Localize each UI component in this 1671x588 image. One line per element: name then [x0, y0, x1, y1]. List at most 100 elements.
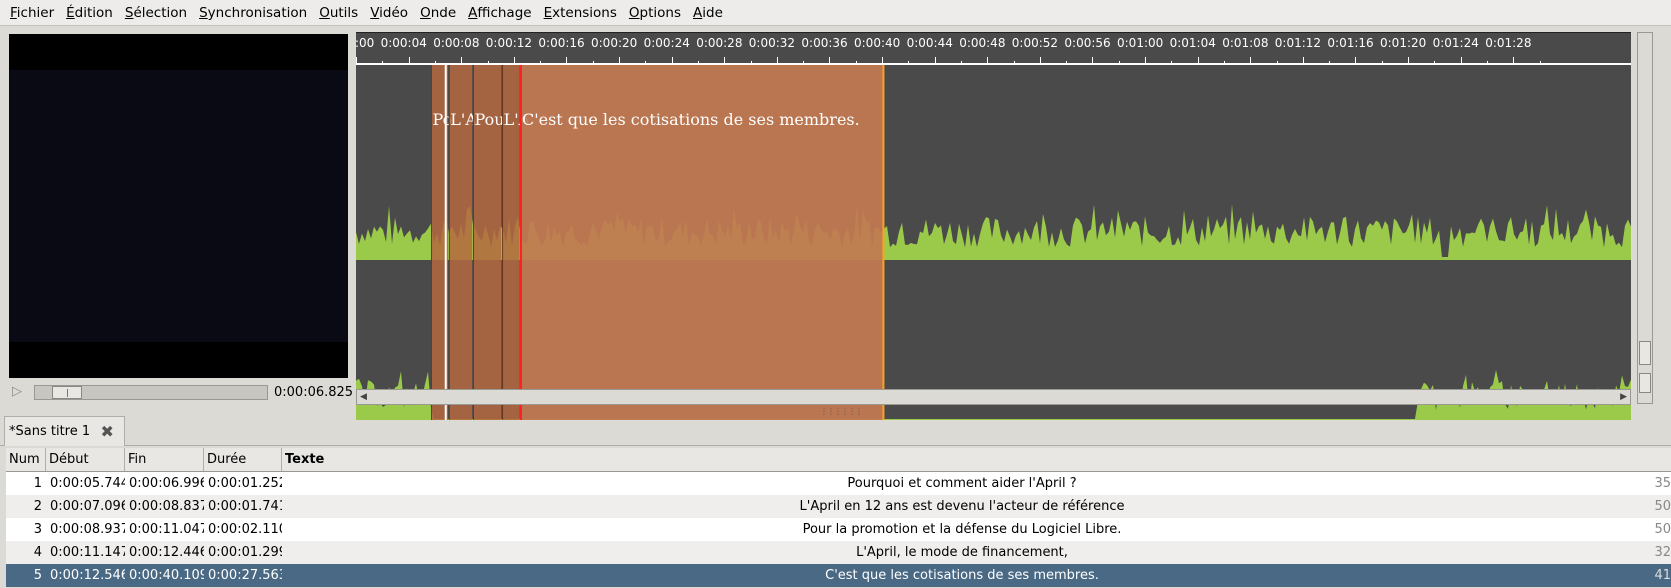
ruler-label: 0:01:08	[1222, 36, 1269, 50]
cell-end: 0:00:11.047	[129, 522, 204, 537]
cell-text: L'April, le mode de financement,	[856, 545, 1068, 560]
tab-title: *Sans titre 1	[9, 424, 91, 439]
ruler-label: 0:00:56	[1064, 36, 1111, 50]
table-row[interactable]: 5 0:00:12.546 0:00:40.109 0:00:27.563 C'est …	[6, 564, 1671, 587]
menu-item-3[interactable]: Synchronisation	[193, 0, 313, 26]
cell-start: 0:00:05.744	[50, 476, 125, 491]
col-text[interactable]: Texte	[282, 448, 1671, 471]
seek-thumb[interactable]	[52, 386, 83, 399]
cell-num: 5	[33, 568, 42, 583]
cell-text: Pour la promotion et la défense du Logic…	[802, 522, 1122, 537]
cell-duration: 0:00:27.563	[208, 568, 282, 583]
cell-duration: 0:00:02.110	[208, 522, 282, 537]
ruler-label: 0:00:04	[380, 36, 427, 50]
player-timecode: 0:00:06.825	[274, 385, 354, 400]
menu-item-4[interactable]: Outils	[313, 0, 364, 26]
cell-end: 0:00:12.446	[129, 545, 204, 560]
menu-item-8[interactable]: Extensions	[538, 0, 623, 26]
ruler-label: 0:00:08	[433, 36, 480, 50]
cell-duration: 0:00:01.741	[208, 499, 282, 514]
subtitle-region-label: Pou	[475, 110, 505, 129]
time-ruler[interactable]: 0:00:00 0:00:04 0:00:08 0:00:12 0:00:16 0:00:…	[356, 32, 1631, 64]
cell-count: 32	[1654, 545, 1671, 560]
waveform-canvas[interactable]: PoL'APouL'AC'est que les cotisations de …	[356, 65, 1631, 420]
menu-bar: Fichier Édition Sélection Synchronisation Ou…	[0, 0, 1671, 26]
menu-item-7[interactable]: Affichage	[462, 0, 537, 26]
ruler-label: 0:00:40	[854, 36, 901, 50]
cell-num: 4	[33, 545, 42, 560]
cell-text: Pourquoi et comment aider l'April ?	[847, 476, 1077, 491]
scroll-right-icon[interactable]: ▶	[1620, 392, 1627, 402]
table-header: Num Début Fin Durée Texte	[6, 448, 1671, 472]
cell-num: 2	[33, 499, 42, 514]
menu-item-9[interactable]: Options	[623, 0, 687, 26]
menu-item-0[interactable]: Fichier	[4, 0, 60, 26]
subtitle-region-label: C'est que les cotisations de ses membres…	[522, 110, 860, 129]
ruler-label: 0:01:04	[1169, 36, 1216, 50]
cell-num: 1	[33, 476, 42, 491]
horizontal-scrollbar[interactable]: ◀ ▶	[356, 389, 1631, 405]
ruler-label: 0:00:24	[643, 36, 690, 50]
ruler-label: 0:00:12	[485, 36, 533, 50]
video-preview	[9, 34, 348, 378]
ruler-label: 0:01:24	[1432, 36, 1479, 50]
col-num[interactable]: Num	[6, 448, 46, 471]
col-end[interactable]: Fin	[125, 448, 204, 471]
cell-duration: 0:00:01.252	[208, 476, 282, 491]
ruler-label: 0:01:16	[1327, 36, 1374, 50]
table-row[interactable]: 2 0:00:07.096 0:00:08.837 0:00:01.741 L'Apri…	[6, 495, 1671, 518]
cell-start: 0:00:11.147	[50, 545, 125, 560]
scroll-left-icon[interactable]: ◀	[360, 392, 367, 402]
zoom-knob[interactable]	[1639, 341, 1651, 365]
document-tabbar: *Sans titre 1 ✖	[0, 414, 1671, 446]
cell-end: 0:00:08.837	[129, 499, 204, 514]
cell-text: C'est que les cotisations de ses membres…	[825, 568, 1099, 583]
vertical-zoom-scrollbar[interactable]	[1637, 32, 1653, 404]
cell-start: 0:00:07.096	[50, 499, 125, 514]
ruler-label: 0:00:36	[801, 36, 848, 50]
ruler-label: 0:01:12	[1274, 36, 1322, 50]
ruler-label: 0:01:28	[1485, 36, 1532, 50]
zoom-knob-lower[interactable]	[1639, 373, 1651, 393]
close-icon[interactable]: ✖	[98, 422, 116, 441]
seek-slider[interactable]	[34, 385, 268, 400]
menu-item-10[interactable]: Aide	[687, 0, 729, 26]
cell-start: 0:00:12.546	[50, 568, 125, 583]
ruler-label: 0:00:28	[696, 36, 743, 50]
play-icon[interactable]: ▷	[12, 384, 26, 400]
waveform-panel[interactable]: 0:00:00 0:00:04 0:00:08 0:00:12 0:00:16 0:00:…	[356, 32, 1633, 420]
cell-count: 35	[1654, 476, 1671, 491]
ruler-label: 0:00:44	[906, 36, 953, 50]
menu-item-2[interactable]: Sélection	[119, 0, 193, 26]
table-row[interactable]: 4 0:00:11.147 0:00:12.446 0:00:01.299 L'Apri…	[6, 541, 1671, 564]
ruler-label: 0:00:48	[959, 36, 1006, 50]
ruler-label: 0:00:16	[538, 36, 585, 50]
cell-end: 0:00:40.109	[129, 568, 204, 583]
cell-num: 3	[33, 522, 42, 537]
cell-start: 0:00:08.937	[50, 522, 125, 537]
cell-count: 50	[1654, 522, 1671, 537]
col-start[interactable]: Début	[46, 448, 125, 471]
cell-count: 50	[1654, 499, 1671, 514]
cell-count: 41	[1654, 568, 1671, 583]
menu-item-5[interactable]: Vidéo	[364, 0, 414, 26]
col-duration[interactable]: Durée	[204, 448, 282, 471]
letterbox-bottom	[9, 342, 348, 378]
subtitle-table[interactable]: Num Début Fin Durée Texte 1 0:00:05.744 0:…	[6, 448, 1671, 588]
ruler-label: 0:01:00	[1117, 36, 1164, 50]
ruler-label: 0:00:20	[591, 36, 638, 50]
table-row[interactable]: 3 0:00:08.937 0:00:11.047 0:00:02.110 Pour l…	[6, 518, 1671, 541]
menu-item-6[interactable]: Onde	[414, 0, 462, 26]
table-row[interactable]: 1 0:00:05.744 0:00:06.996 0:00:01.252 Pourqu…	[6, 472, 1671, 495]
cell-text: L'April en 12 ans est devenu l'acteur de…	[799, 499, 1125, 514]
ruler-label: 0:00:32	[748, 36, 796, 50]
cell-end: 0:00:06.996	[129, 476, 204, 491]
table-body: 1 0:00:05.744 0:00:06.996 0:00:01.252 Pourqu…	[6, 472, 1671, 587]
menu-item-1[interactable]: Édition	[60, 0, 119, 26]
ruler-label: 0:00:00	[356, 36, 375, 50]
cell-duration: 0:00:01.299	[208, 545, 282, 560]
tab-document[interactable]: *Sans titre 1 ✖	[4, 416, 126, 446]
ruler-label: 0:00:52	[1011, 36, 1059, 50]
letterbox-top	[9, 34, 348, 70]
ruler-label: 0:01:20	[1380, 36, 1427, 50]
